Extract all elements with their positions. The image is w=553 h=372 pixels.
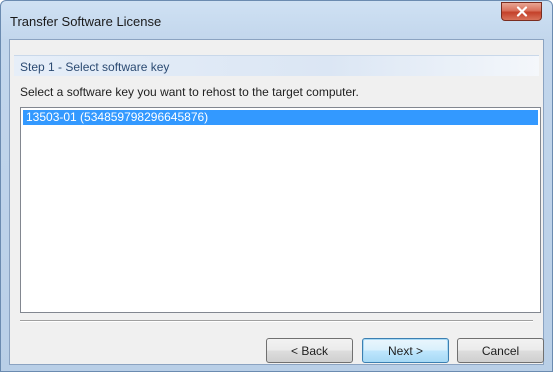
step-panel: Step 1 - Select software key Select a so… xyxy=(10,49,543,315)
software-key-list[interactable]: 13503-01 (534859798296645876) xyxy=(20,107,541,313)
close-icon xyxy=(516,6,528,17)
next-button[interactable]: Next > xyxy=(362,338,449,363)
list-item-software-key[interactable]: 13503-01 (534859798296645876) xyxy=(23,110,538,125)
instruction-text: Select a software key you want to rehost… xyxy=(20,85,359,99)
window-title: Transfer Software License xyxy=(10,14,162,29)
step-title: Step 1 - Select software key xyxy=(20,60,170,74)
title-bar[interactable]: Transfer Software License xyxy=(1,1,552,39)
close-button[interactable] xyxy=(501,2,542,21)
dialog-client-area: Step 1 - Select software key Select a so… xyxy=(9,39,544,365)
back-button[interactable]: < Back xyxy=(266,338,353,363)
step-header: Step 1 - Select software key xyxy=(14,55,539,76)
cancel-button[interactable]: Cancel xyxy=(457,338,544,363)
dialog-window: Transfer Software License Step 1 - Selec… xyxy=(0,0,553,372)
separator xyxy=(20,320,533,322)
